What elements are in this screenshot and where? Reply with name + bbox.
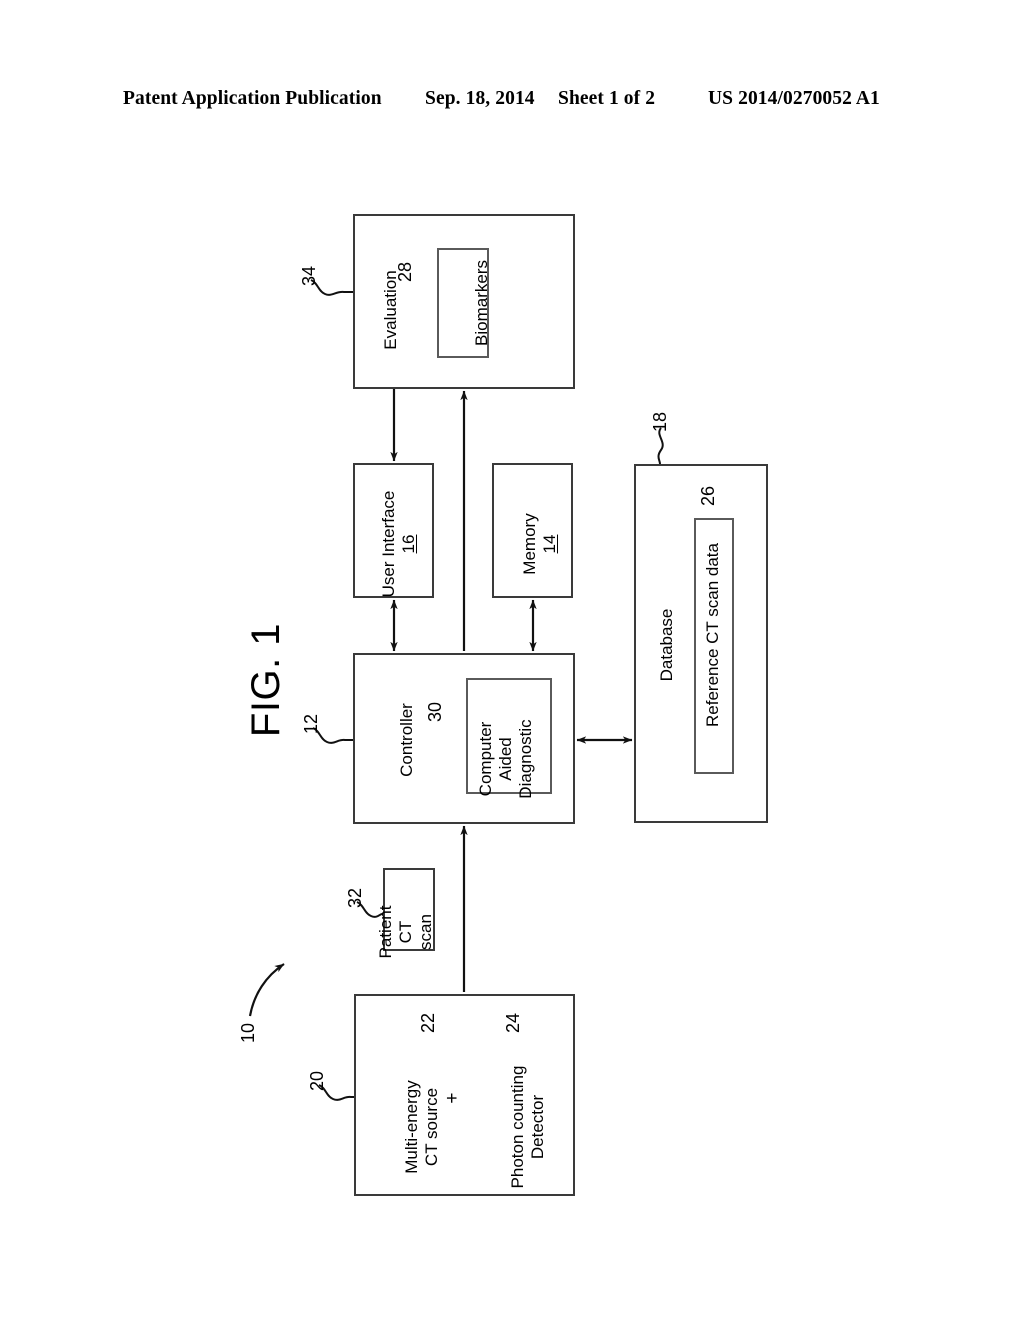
- reference-numeral-18: 18: [650, 411, 670, 433]
- reference-numeral-24: 24: [503, 1012, 523, 1034]
- reference-numeral-10: 10: [238, 1022, 258, 1044]
- block-ct-source-label: Multi-energy CT source: [402, 1047, 446, 1207]
- block-reference-ct-scan-data-label: Reference CT scan data: [703, 543, 722, 727]
- block-user-interface-label: User Interface 16: [379, 479, 423, 609]
- header-sheet-number: Sheet 1 of 2: [558, 88, 656, 109]
- plus-operator-label: +: [442, 1092, 463, 1104]
- ct-source-line-1: Multi-energy: [402, 1080, 421, 1174]
- block-patient-ct-scan-label: Patient CT scan: [376, 867, 442, 997]
- block-memory-label: Memory 14: [520, 479, 564, 609]
- reference-numeral-16: 16: [399, 534, 419, 554]
- figure-caption: FIG. 1: [244, 622, 288, 738]
- block-user-interface-title: User Interface: [379, 490, 398, 598]
- block-controller-label: Controller: [397, 703, 416, 777]
- reference-numeral-20: 20: [307, 1070, 327, 1092]
- block-biomarkers-label: Biomarkers: [472, 260, 491, 346]
- cad-line-1: Computer: [476, 721, 495, 797]
- header-publication-date: Sep. 18, 2014: [425, 88, 535, 109]
- patient-scan-line-1: Patient: [376, 905, 395, 959]
- patent-running-header: Patent Application Publication Sep. 18, …: [0, 88, 1024, 118]
- leader-arrow-10: [248, 963, 285, 1017]
- reference-numeral-34: 34: [299, 265, 319, 287]
- detector-line-2: Detector: [528, 1094, 548, 1160]
- block-evaluation-label: Evaluation: [381, 270, 400, 350]
- reference-numeral-32: 32: [345, 887, 365, 909]
- reference-numeral-28: 28: [395, 261, 415, 283]
- cad-line-2: Aided: [496, 737, 516, 781]
- block-memory-title: Memory: [520, 513, 539, 575]
- cad-line-3: Diagnostic: [516, 719, 536, 799]
- patient-scan-line-3: scan: [416, 914, 436, 950]
- block-database-label: Database: [657, 608, 676, 682]
- detector-line-1: Photon counting: [508, 1065, 527, 1189]
- patient-scan-line-2: CT: [396, 920, 416, 944]
- block-computer-aided-diagnostic-label: Computer Aided Diagnostic: [476, 694, 542, 824]
- reference-numeral-14: 14: [540, 534, 560, 554]
- reference-numeral-30: 30: [425, 701, 445, 723]
- reference-numeral-22: 22: [418, 1012, 438, 1034]
- ct-source-line-2: CT source: [422, 1087, 442, 1167]
- reference-numeral-12: 12: [301, 713, 321, 735]
- header-patent-number: US 2014/0270052 A1: [708, 88, 880, 109]
- block-photon-counting-detector-label: Photon counting Detector: [508, 1047, 552, 1207]
- header-publication-label: Patent Application Publication: [123, 88, 382, 109]
- patent-figure-page: Patent Application Publication Sep. 18, …: [0, 0, 1024, 1320]
- reference-numeral-26: 26: [698, 485, 718, 507]
